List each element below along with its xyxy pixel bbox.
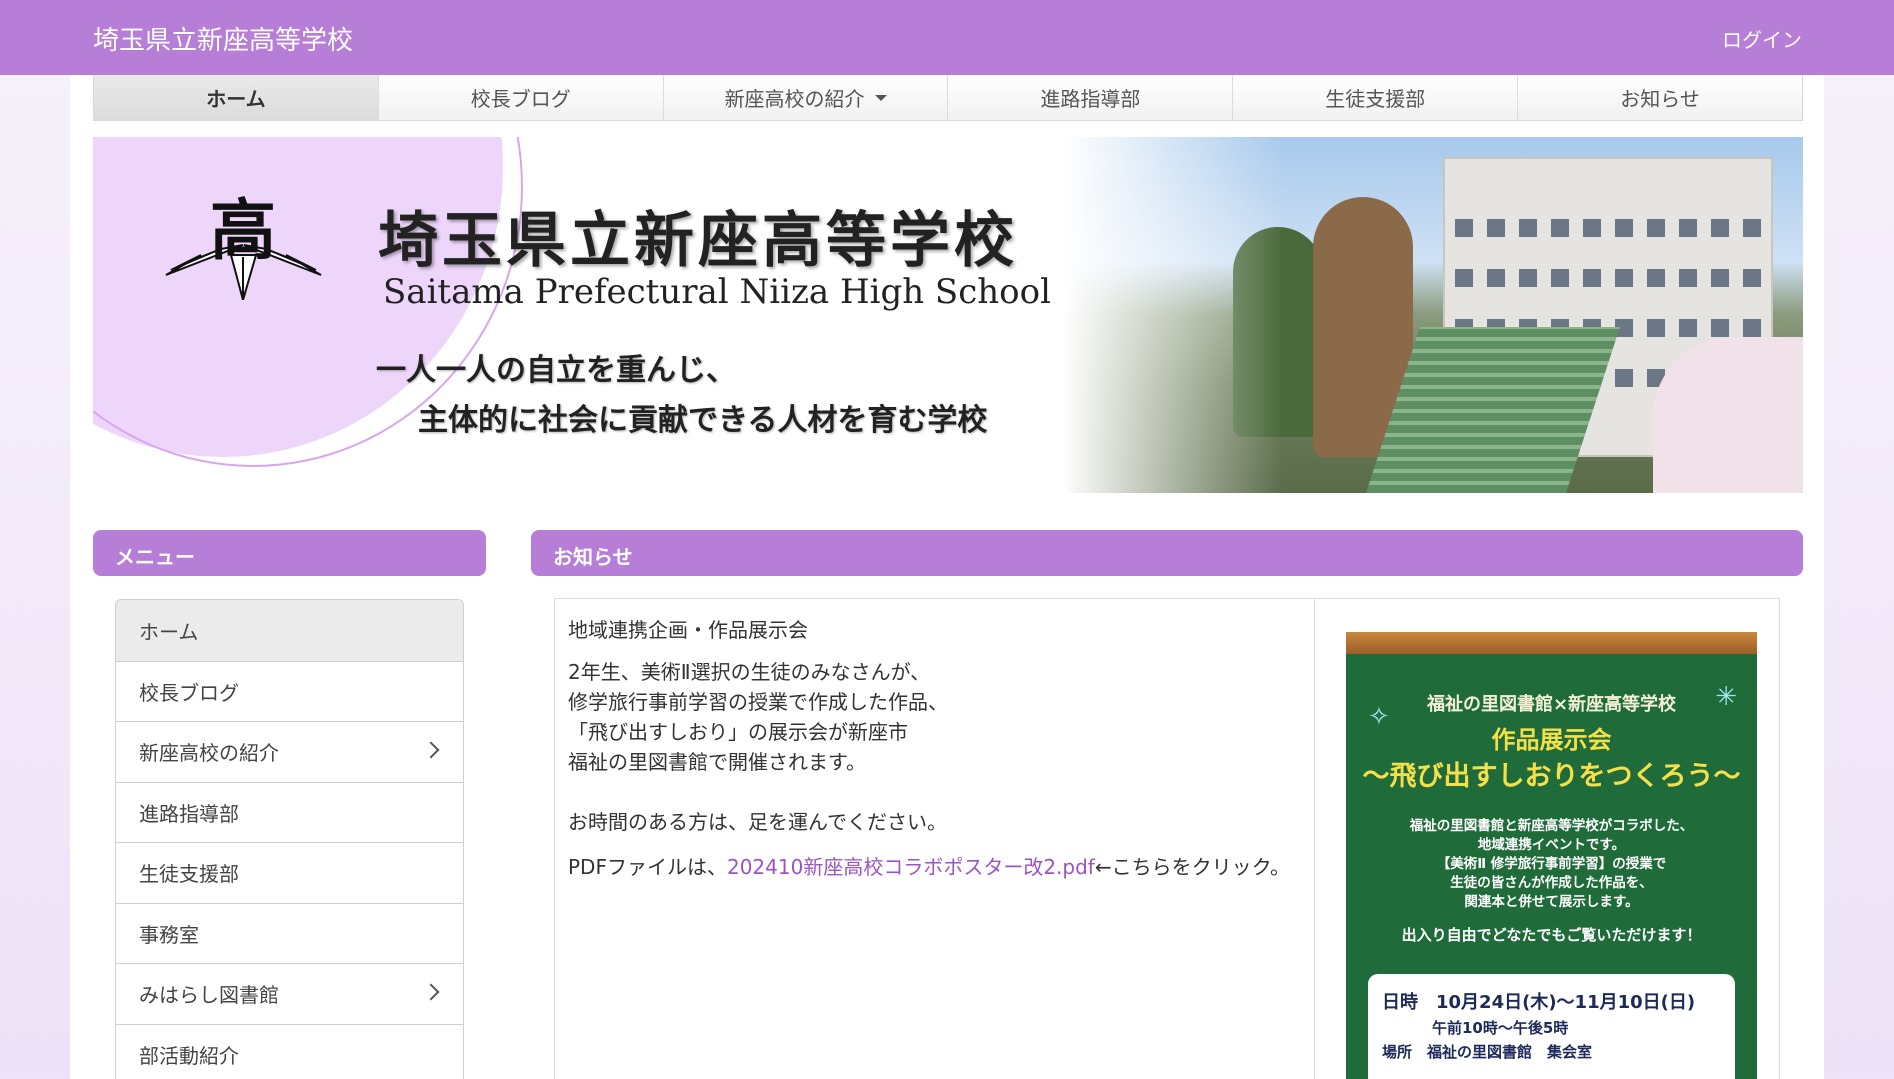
chevron-right-icon (422, 983, 440, 1001)
sidebar-item-club-activities[interactable]: 部活動紹介 (116, 1023, 463, 1079)
poster-desc-line: 生徒の皆さんが作成した作品を、 (1450, 875, 1653, 891)
banner-motto-line1: 一人一人の自立を重んじ、 (376, 353, 736, 388)
poster-place: 場所 福祉の里図書館 集会室 (1382, 1043, 1593, 1061)
header-banner: 高 埼玉県立新座高等学校 Saitama Prefectural Niiza H… (93, 137, 1803, 493)
news-heading: お知らせ (531, 530, 1803, 576)
sidebar-item-student-support[interactable]: 生徒支援部 (116, 842, 463, 903)
school-building-photo (1063, 137, 1803, 493)
sidebar-item-office[interactable]: 事務室 (116, 902, 463, 964)
news-body-line: 福祉の里図書館で開催されます。 (568, 750, 866, 774)
news-body-line: 修学旅行事前学習の授業で作成した作品、 (568, 690, 948, 714)
nav-career-guidance-label: 進路指導部 (1040, 87, 1141, 111)
site-title[interactable]: 埼玉県立新座高等学校 (93, 20, 353, 57)
top-bar: 埼玉県立新座高等学校 ログイン (0, 0, 1894, 75)
banner-title: 埼玉県立新座高等学校 (378, 206, 1018, 276)
nav-home-label: ホーム (206, 87, 266, 111)
sidebar-item-label: ホーム (139, 619, 199, 644)
emblem-char: 高 (210, 191, 276, 269)
sidebar-menu: ホーム 校長ブログ 新座高校の紹介 進路指導部 生徒支援部 事務室 みはらし図書… (115, 599, 464, 1079)
sidebar-item-principal-blog[interactable]: 校長ブログ (116, 660, 463, 722)
sidebar-item-career-guidance[interactable]: 進路指導部 (116, 781, 463, 843)
poster-desc-line: 関連本と併せて展示します。 (1464, 894, 1639, 910)
nav-student-support-label: 生徒支援部 (1325, 87, 1426, 111)
poster-date: 日時 10月24日(木)〜11月10日(日) (1382, 992, 1696, 1013)
sidebar-item-label: 校長ブログ (139, 680, 239, 705)
poster-desc-line: 【美術Ⅱ 修学旅行事前学習】の授業で (1436, 856, 1667, 872)
menu-heading: メニュー (93, 530, 486, 576)
sidebar-item-label: 部活動紹介 (139, 1043, 239, 1068)
main-navbar: ホーム 校長ブログ 新座高校の紹介 進路指導部 生徒支援部 お知らせ (93, 75, 1803, 121)
news-title: 地域連携企画・作品展示会 (568, 618, 808, 642)
sidebar-item-label: 新座高校の紹介 (139, 741, 279, 766)
poster-desc-line: 福祉の里図書館と新座高等学校がコラボした、 (1409, 818, 1694, 834)
poster-note: 出入り自由でどなたでもご覧いただけます！ (1401, 926, 1702, 944)
nav-about-dropdown[interactable]: 新座高校の紹介 (662, 75, 948, 120)
sidebar-item-library[interactable]: みはらし図書館 (116, 963, 463, 1024)
caret-down-icon (874, 94, 887, 101)
news-body-line: 「飛び出すしおり」の展示会が新座市 (568, 720, 908, 744)
nav-principal-blog[interactable]: 校長ブログ (377, 75, 663, 120)
nav-news[interactable]: お知らせ (1517, 75, 1802, 120)
poster-desc-line: 地域連携イベントです。 (1477, 837, 1626, 853)
nav-student-support[interactable]: 生徒支援部 (1232, 75, 1517, 120)
banner-motto-line2: 主体的に社会に貢献できる人材を育む学校 (418, 403, 988, 438)
poster-line3: 〜飛び出すしおりをつくろう〜 (1362, 761, 1741, 792)
login-link[interactable]: ログイン (1722, 24, 1802, 53)
chevron-right-icon (422, 741, 440, 759)
poster-description: 福祉の里図書館と新座高等学校がコラボした、 地域連携イベントです。 【美術Ⅱ 修… (1356, 817, 1747, 912)
news-closing: お時間のある方は、足を運んでください。 (568, 810, 947, 834)
pdf-download-link[interactable]: 202410新座高校コラボポスター改2.pdf (727, 855, 1095, 879)
nav-news-label: お知らせ (1620, 87, 1700, 111)
pdf-prefix: PDFファイルは、 (568, 855, 727, 879)
news-body: 2年生、美術Ⅱ選択の生徒のみなさんが、 修学旅行事前学習の授業で作成した作品、 … (568, 657, 1298, 837)
pdf-suffix: ←こちらをクリック。 (1094, 855, 1291, 879)
pdf-line: PDFファイルは、202410新座高校コラボポスター改2.pdf←こちらをクリッ… (568, 852, 1298, 882)
banner-english-title: Saitama Prefectural Niiza High School (383, 272, 1051, 312)
poster-line2: 作品展示会 (1491, 726, 1612, 754)
exhibition-poster-image[interactable]: ✧ ✳ 福祉の里図書館×新座高等学校 作品展示会 〜飛び出すしおりをつくろう〜 … (1346, 632, 1757, 1079)
sidebar-item-label: 生徒支援部 (139, 862, 239, 887)
nav-home[interactable]: ホーム (94, 75, 378, 120)
nav-about-label: 新座高校の紹介 (724, 87, 865, 111)
sidebar-item-label: みはらし図書館 (139, 983, 279, 1008)
poster-time: 午前10時〜午後5時 (1432, 1019, 1569, 1037)
poster-info-card: 日時 10月24日(木)〜11月10日(日) 午前10時〜午後5時 場所 福祉の… (1368, 974, 1735, 1079)
school-emblem-icon: 高 (165, 191, 322, 300)
sidebar-item-label: 事務室 (139, 922, 199, 947)
sidebar-item-about[interactable]: 新座高校の紹介 (116, 721, 463, 782)
poster-frame (1346, 632, 1757, 654)
nav-career-guidance[interactable]: 進路指導部 (947, 75, 1232, 120)
sidebar-item-home[interactable]: ホーム (116, 600, 463, 661)
news-body-line: 2年生、美術Ⅱ選択の生徒のみなさんが、 (568, 660, 931, 684)
news-article: 地域連携企画・作品展示会 2年生、美術Ⅱ選択の生徒のみなさんが、 修学旅行事前学… (554, 598, 1780, 1079)
nav-principal-blog-label: 校長ブログ (470, 87, 571, 111)
news-divider (1314, 599, 1315, 1079)
poster-line1: 福祉の里図書館×新座高等学校 (1426, 694, 1677, 715)
sidebar-item-label: 進路指導部 (139, 801, 239, 826)
